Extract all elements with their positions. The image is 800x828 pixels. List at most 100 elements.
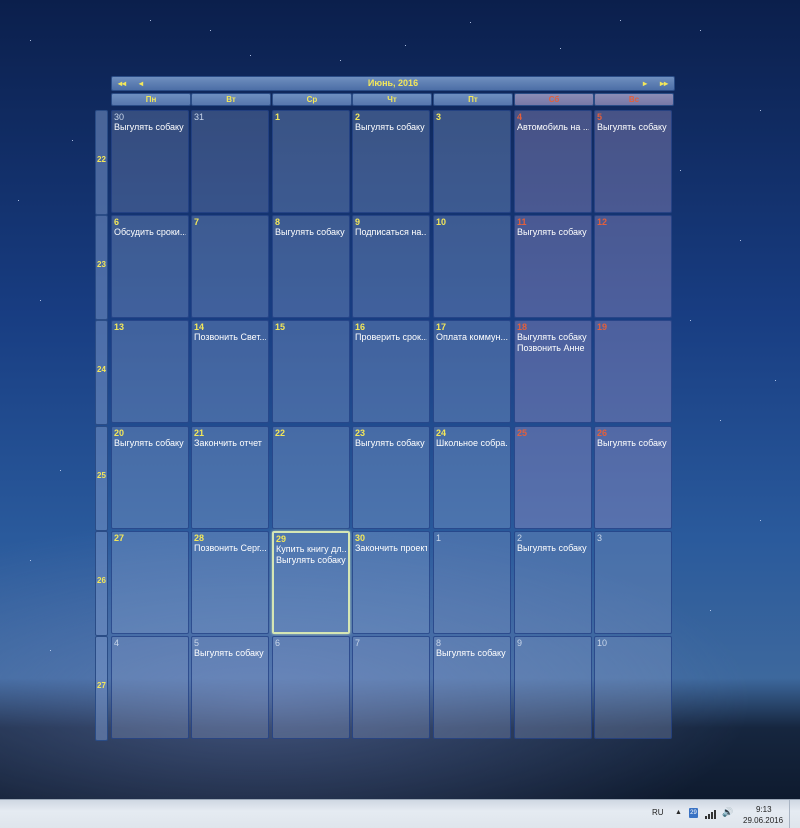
calendar-event[interactable]: Выгулять собаку bbox=[517, 227, 589, 238]
day-cell[interactable]: 25 bbox=[514, 426, 592, 529]
day-cell[interactable]: 9 bbox=[514, 636, 592, 739]
clock-time[interactable]: 9:13 bbox=[756, 805, 772, 814]
day-number: 9 bbox=[517, 638, 523, 648]
day-number: 5 bbox=[194, 638, 200, 648]
day-cell[interactable]: 24 Школьное собра... bbox=[433, 426, 511, 529]
weekday-header: Чт bbox=[352, 93, 432, 106]
day-cell[interactable]: 7 bbox=[352, 636, 430, 739]
calendar-event[interactable]: Выгулять собаку bbox=[276, 555, 346, 566]
calendar-event[interactable]: Выгулять собаку bbox=[114, 438, 186, 449]
day-number: 8 bbox=[275, 217, 281, 227]
clock-date[interactable]: 29.06.2016 bbox=[743, 816, 783, 825]
calendar-event[interactable]: Позвонить Свет... bbox=[194, 332, 266, 343]
day-cell[interactable]: 12 bbox=[594, 215, 672, 318]
calendar-event[interactable]: Закончить проект bbox=[355, 543, 427, 554]
day-cell-today[interactable]: 29 Купить книгу дл... Выгулять собаку bbox=[272, 531, 350, 634]
next-icon[interactable]: ▸ bbox=[643, 77, 647, 90]
calendar-event[interactable]: Выгулять собаку bbox=[355, 122, 427, 133]
day-cell[interactable]: 21 Закончить отчет bbox=[191, 426, 269, 529]
day-cell[interactable]: 1 bbox=[433, 531, 511, 634]
calendar-event[interactable]: Выгулять собаку bbox=[597, 438, 669, 449]
star bbox=[775, 380, 776, 381]
calendar-event[interactable]: Выгулять собаку bbox=[275, 227, 347, 238]
calendar-event[interactable]: Выгулять собаку bbox=[517, 543, 589, 554]
language-indicator[interactable]: RU bbox=[652, 808, 664, 817]
day-cell[interactable]: 14 Позвонить Свет... bbox=[191, 320, 269, 423]
day-cell[interactable]: 5 Выгулять собаку bbox=[594, 110, 672, 213]
calendar-event[interactable]: Обсудить сроки... bbox=[114, 227, 186, 238]
calendar-event[interactable]: Оплата коммун... bbox=[436, 332, 508, 343]
week-number: 22 bbox=[97, 155, 106, 164]
calendar-event[interactable]: Позвонить Серг... bbox=[194, 543, 266, 554]
calendar-event[interactable]: Выгулять собаку bbox=[597, 122, 669, 133]
calendar-event[interactable]: Выгулять собаку bbox=[517, 332, 589, 343]
day-cell[interactable]: 17 Оплата коммун... bbox=[433, 320, 511, 423]
day-number: 6 bbox=[114, 217, 120, 227]
star bbox=[210, 30, 211, 31]
calendar-event[interactable]: Закончить отчет bbox=[194, 438, 266, 449]
day-cell[interactable]: 4 bbox=[111, 636, 189, 739]
day-cell[interactable]: 2 Выгулять собаку bbox=[352, 110, 430, 213]
calendar-event[interactable]: Выгулять собаку bbox=[194, 648, 266, 659]
day-cell[interactable]: 19 bbox=[594, 320, 672, 423]
day-cell[interactable]: 9 Подписаться на... bbox=[352, 215, 430, 318]
star bbox=[710, 610, 711, 611]
day-cell[interactable]: 16 Проверить срок... bbox=[352, 320, 430, 423]
day-cell[interactable]: 30 Выгулять собаку bbox=[111, 110, 189, 213]
day-cell[interactable]: 13 bbox=[111, 320, 189, 423]
day-cell[interactable]: 23 Выгулять собаку bbox=[352, 426, 430, 529]
speaker-icon[interactable]: 🔊 bbox=[722, 807, 733, 818]
day-number: 1 bbox=[275, 112, 281, 122]
day-number: 24 bbox=[436, 428, 447, 438]
day-cell[interactable]: 6 Обсудить сроки... bbox=[111, 215, 189, 318]
day-cell[interactable]: 3 bbox=[433, 110, 511, 213]
calendar-event[interactable]: Проверить срок... bbox=[355, 332, 427, 343]
day-cell[interactable]: 18 Выгулять собаку Позвонить Анне bbox=[514, 320, 592, 423]
calendar-event[interactable]: Подписаться на... bbox=[355, 227, 427, 238]
day-cell[interactable]: 31 bbox=[191, 110, 269, 213]
calendar-event[interactable]: Позвонить Анне bbox=[517, 343, 589, 354]
month-navigation-bar: ◂◂ ◂ Июнь, 2016 ▸ ▸▸ bbox=[111, 76, 675, 91]
day-cell[interactable]: 8 Выгулять собаку bbox=[433, 636, 511, 739]
star bbox=[60, 470, 61, 471]
calendar-event[interactable]: Выгулять собаку bbox=[355, 438, 427, 449]
calendar-event[interactable]: Выгулять собаку bbox=[436, 648, 508, 659]
day-cell[interactable]: 26 Выгулять собаку bbox=[594, 426, 672, 529]
day-cell[interactable]: 22 bbox=[272, 426, 350, 529]
day-cell[interactable]: 20 Выгулять собаку bbox=[111, 426, 189, 529]
star bbox=[405, 45, 406, 46]
week-number: 23 bbox=[97, 260, 106, 269]
day-number: 23 bbox=[355, 428, 366, 438]
calendar-tray-icon[interactable]: 29 bbox=[689, 808, 698, 818]
calendar-event[interactable]: Купить книгу дл... bbox=[276, 544, 346, 555]
day-cell[interactable]: 10 bbox=[433, 215, 511, 318]
weekday-header: Ср bbox=[272, 93, 352, 106]
last-page-icon[interactable]: ▸▸ bbox=[660, 77, 668, 90]
week-number: 25 bbox=[97, 471, 106, 480]
calendar-event[interactable]: Выгулять собаку bbox=[114, 122, 186, 133]
day-cell[interactable]: 8 Выгулять собаку bbox=[272, 215, 350, 318]
day-cell[interactable]: 10 bbox=[594, 636, 672, 739]
day-cell[interactable]: 4 Автомобиль на ... bbox=[514, 110, 592, 213]
day-number: 10 bbox=[597, 638, 608, 648]
day-cell[interactable]: 11 Выгулять собаку bbox=[514, 215, 592, 318]
day-cell[interactable]: 1 bbox=[272, 110, 350, 213]
show-desktop-button[interactable] bbox=[789, 800, 800, 828]
day-cell[interactable]: 2 Выгулять собаку bbox=[514, 531, 592, 634]
day-cell[interactable]: 27 bbox=[111, 531, 189, 634]
calendar-event[interactable]: Школьное собра... bbox=[436, 438, 508, 449]
network-signal-icon[interactable] bbox=[705, 809, 717, 819]
day-cell[interactable]: 6 bbox=[272, 636, 350, 739]
day-cell[interactable]: 28 Позвонить Серг... bbox=[191, 531, 269, 634]
day-cell[interactable]: 15 bbox=[272, 320, 350, 423]
day-cell[interactable]: 5 Выгулять собаку bbox=[191, 636, 269, 739]
tray-overflow-icon[interactable]: ▲ bbox=[675, 809, 682, 816]
day-cell[interactable]: 7 bbox=[191, 215, 269, 318]
star bbox=[18, 200, 19, 201]
star bbox=[620, 20, 621, 21]
day-cell[interactable]: 30 Закончить проект bbox=[352, 531, 430, 634]
day-cell[interactable]: 3 bbox=[594, 531, 672, 634]
day-number: 13 bbox=[114, 322, 125, 332]
star bbox=[150, 20, 151, 21]
calendar-event[interactable]: Автомобиль на ... bbox=[517, 122, 589, 133]
